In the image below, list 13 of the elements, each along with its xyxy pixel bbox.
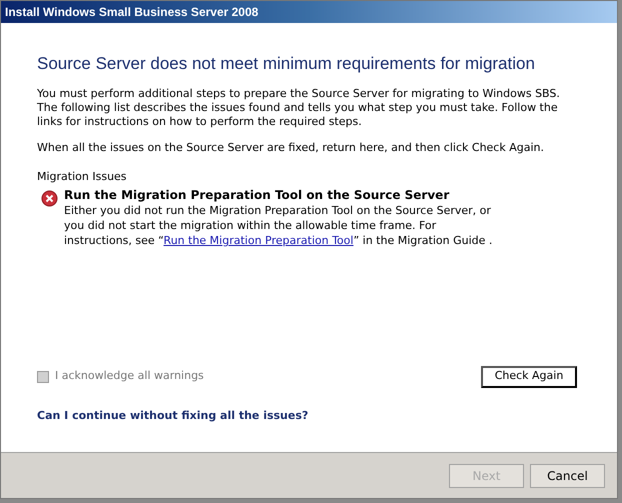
guide-link[interactable]: Run the Migration Preparation Tool [164, 234, 354, 247]
instruction-text: When all the issues on the Source Server are fixed, return here, and then click Check Again. [37, 140, 545, 154]
section-label: Migration Issues [37, 168, 127, 184]
acknowledge-label: I acknowledge all warnings [55, 368, 204, 384]
check-again-button[interactable]: Check Again [481, 366, 577, 388]
help-link[interactable]: Can I continue without fixing all the issues? [37, 408, 308, 424]
instruction-text: You must perform additional steps to prepare the Source Server for migrating to Windows SBS. The following list describes the issues found and tells you what step you must take. Follow the links for instructions on how to perform the required steps. [37, 86, 561, 128]
cancel-button[interactable]: Cancel [530, 464, 605, 488]
window-title: Install Windows Small Business Server 2008 [5, 4, 258, 21]
error-icon [41, 190, 58, 207]
issue-title: Run the Migration Preparation Tool on the Source Server [64, 188, 450, 203]
page-heading: Source Server does not meet minimum requirements for migration [37, 53, 536, 75]
issue-description: Either you did not run the Migration Preparation Tool on the Source Server, or you did not start the migration within the allowable time frame. For instructions, see “Run the Migration Preparation Tool” in the Migration Guide . [64, 203, 494, 248]
